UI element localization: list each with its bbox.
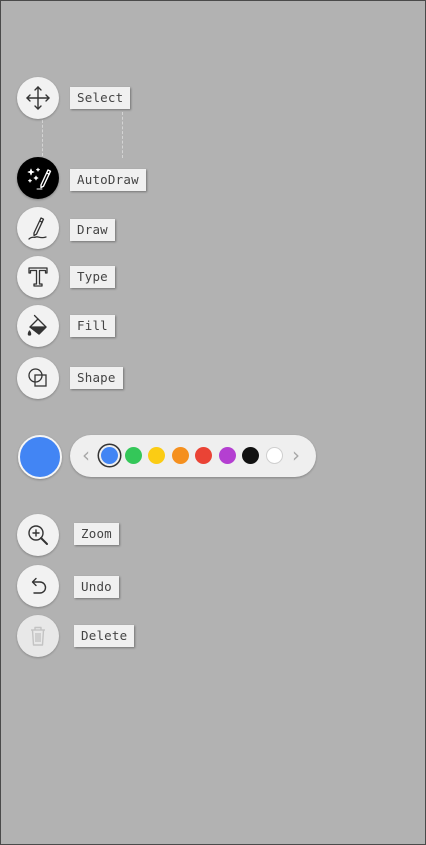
window-frame	[0, 0, 426, 845]
select-tool-button[interactable]	[17, 77, 59, 119]
fill-label: Fill	[70, 315, 115, 337]
color-swatch[interactable]	[265, 447, 283, 464]
draw-tool-button[interactable]	[17, 207, 59, 249]
shapes-icon	[25, 365, 51, 391]
undo-button[interactable]	[17, 565, 59, 607]
move-arrows-icon	[25, 85, 51, 111]
shape-label: Shape	[70, 367, 123, 389]
connector-line-right	[122, 112, 123, 158]
palette-prev-arrow[interactable]: ‹	[82, 444, 90, 466]
color-swatch[interactable]	[171, 447, 189, 464]
connector-line-left	[42, 120, 43, 156]
paint-bucket-icon	[25, 313, 51, 339]
current-color-swatch[interactable]	[18, 435, 62, 479]
pencil-icon	[25, 215, 51, 241]
zoom-label: Zoom	[74, 523, 119, 545]
text-t-icon	[25, 264, 51, 290]
delete-button[interactable]	[17, 615, 59, 657]
color-swatch[interactable]	[124, 447, 142, 464]
delete-label: Delete	[74, 625, 135, 647]
color-swatch[interactable]	[195, 447, 212, 464]
zoom-in-icon	[25, 522, 51, 548]
fill-tool-button[interactable]	[17, 305, 59, 347]
select-label: Select	[70, 87, 131, 109]
type-tool-button[interactable]	[17, 256, 59, 298]
color-swatch[interactable]	[148, 447, 165, 464]
color-palette: ‹ ›	[70, 435, 316, 477]
autodraw-label: AutoDraw	[70, 169, 146, 191]
color-swatch[interactable]	[218, 447, 236, 464]
type-label: Type	[70, 266, 115, 288]
undo-label: Undo	[74, 576, 119, 598]
color-swatch[interactable]	[101, 447, 118, 464]
color-swatch[interactable]	[242, 447, 259, 464]
autodraw-tool-button[interactable]	[17, 157, 59, 199]
draw-label: Draw	[70, 219, 115, 241]
palette-next-arrow[interactable]: ›	[292, 444, 300, 466]
magic-pen-icon	[24, 164, 52, 192]
shape-tool-button[interactable]	[17, 357, 59, 399]
zoom-tool-button[interactable]	[17, 514, 59, 556]
trash-icon	[25, 623, 51, 649]
undo-icon	[25, 573, 51, 599]
